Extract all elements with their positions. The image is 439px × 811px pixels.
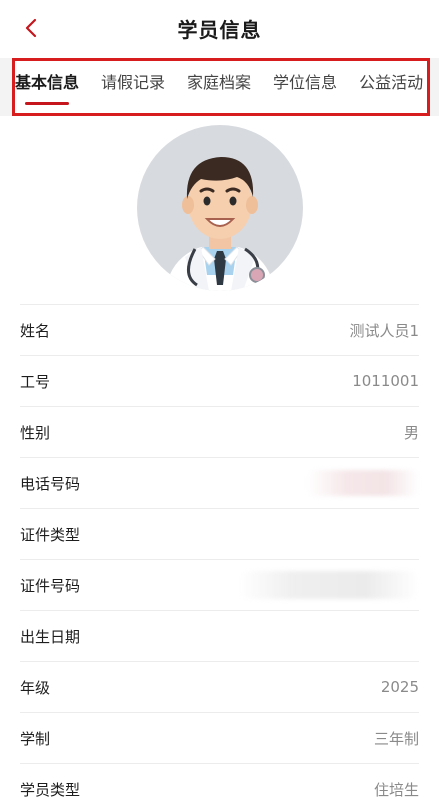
tab-basic-info[interactable]: 基本信息 [15, 61, 79, 113]
doctor-avatar-icon [165, 157, 275, 291]
field-value-program-length: 三年制 [373, 729, 419, 748]
field-value-grade: 2025 [380, 678, 419, 696]
profile-content: 姓名 测试人员1 工号 1011001 性别 男 电话号码 证件类型 证件号码 … [0, 116, 439, 811]
tab-leave-records[interactable]: 请假记录 [101, 61, 165, 113]
list-item: 年级 2025 [20, 661, 419, 712]
field-label-id-number: 证件号码 [20, 576, 81, 595]
field-label-birth-date: 出生日期 [20, 627, 81, 646]
field-value-student-type: 住培生 [373, 780, 419, 799]
avatar [137, 125, 303, 291]
tab-bar: 基本信息 请假记录 家庭档案 学位信息 公益活动 [12, 58, 430, 116]
list-item: 学员类型 住培生 [20, 763, 419, 811]
field-label-phone: 电话号码 [20, 474, 81, 493]
field-label-employee-id: 工号 [20, 372, 51, 391]
list-item: 证件类型 [20, 508, 419, 559]
app-header: 学员信息 [0, 0, 439, 58]
list-item: 工号 1011001 [20, 355, 419, 406]
tab-degree-info[interactable]: 学位信息 [273, 61, 337, 113]
field-label-name: 姓名 [20, 321, 51, 340]
redacted-phone-value [307, 470, 419, 496]
page-title: 学员信息 [177, 18, 262, 42]
list-item: 学制 三年制 [20, 712, 419, 763]
field-label-id-type: 证件类型 [20, 525, 81, 544]
field-label-gender: 性别 [20, 423, 51, 442]
tab-public-welfare[interactable]: 公益活动 [359, 61, 423, 113]
list-item: 电话号码 [20, 457, 419, 508]
field-value-gender: 男 [403, 423, 419, 442]
list-item: 出生日期 [20, 610, 419, 661]
field-label-grade: 年级 [20, 678, 51, 697]
tab-family-file[interactable]: 家庭档案 [187, 61, 251, 113]
field-label-program-length: 学制 [20, 729, 51, 748]
field-value-employee-id: 1011001 [352, 372, 419, 390]
field-label-student-type: 学员类型 [20, 780, 81, 799]
redacted-id-value [239, 571, 419, 599]
info-list: 姓名 测试人员1 工号 1011001 性别 男 电话号码 证件类型 证件号码 … [20, 304, 419, 811]
list-item: 性别 男 [20, 406, 419, 457]
field-value-name: 测试人员1 [349, 321, 419, 340]
list-item: 姓名 测试人员1 [20, 304, 419, 355]
list-item: 证件号码 [20, 559, 419, 610]
